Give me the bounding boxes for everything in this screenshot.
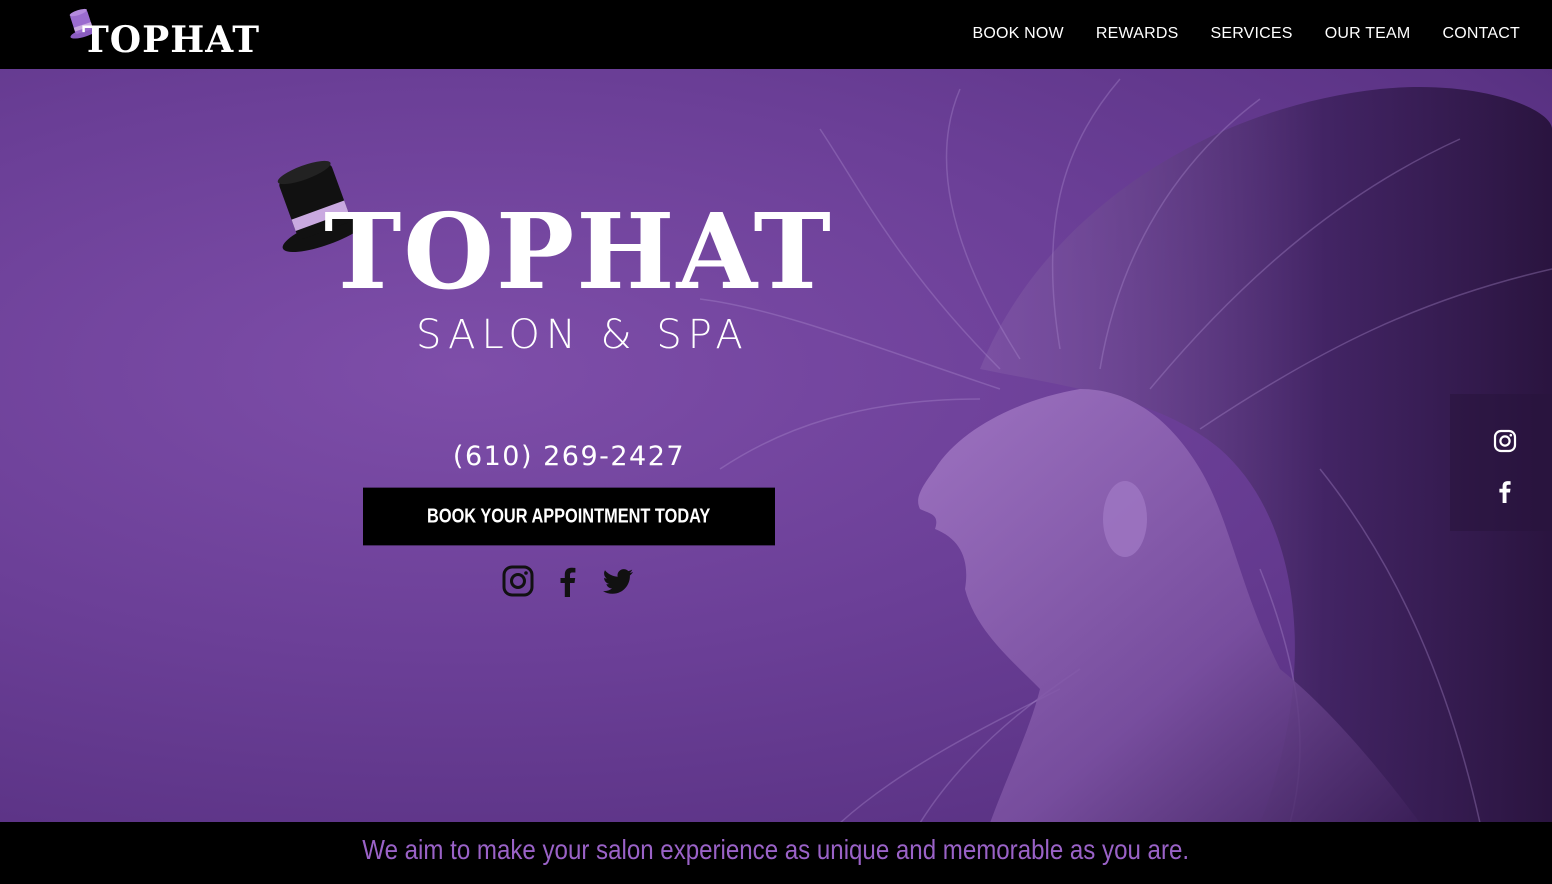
top-nav-bar: TOPHAT BOOK NOW REWARDS SERVICES OUR TEA… [0,0,1552,69]
nav-contact[interactable]: CONTACT [1426,22,1536,46]
site-logo-text: TOPHAT [82,19,260,61]
instagram-icon[interactable] [1493,429,1517,453]
nav-rewards[interactable]: REWARDS [1080,22,1195,46]
main-navigation: BOOK NOW REWARDS SERVICES OUR TEAM CONTA… [956,22,1536,46]
hero-section: TOPHAT SALON & SPA (610) 269-2427 BOOK Y… [0,69,1552,823]
tagline-label: We aim to make your salon experience as … [362,834,1190,865]
twitter-icon[interactable] [602,565,634,597]
nav-book-now[interactable]: BOOK NOW [956,22,1079,46]
hero-subtitle: SALON & SPA [416,312,749,358]
site-logo[interactable]: TOPHAT [64,6,264,62]
book-appointment-label: BOOK YOUR APPOINTMENT TODAY [427,504,711,527]
instagram-icon[interactable] [502,565,534,597]
tagline-text: We aim to make your salon experience as … [0,834,1552,866]
floating-social-bar [1450,394,1552,531]
facebook-icon[interactable] [1493,479,1517,503]
tagline-band: We aim to make your salon experience as … [0,822,1552,884]
hero-brand-title: TOPHAT [324,190,833,313]
book-appointment-button[interactable]: BOOK YOUR APPOINTMENT TODAY [363,487,775,546]
facebook-icon[interactable] [552,565,584,597]
nav-services[interactable]: SERVICES [1194,22,1308,46]
hero-logo: TOPHAT SALON & SPA [266,155,846,375]
hero-social-links [502,565,634,597]
phone-number[interactable]: (610) 269-2427 [363,441,775,472]
nav-our-team[interactable]: OUR TEAM [1309,22,1427,46]
